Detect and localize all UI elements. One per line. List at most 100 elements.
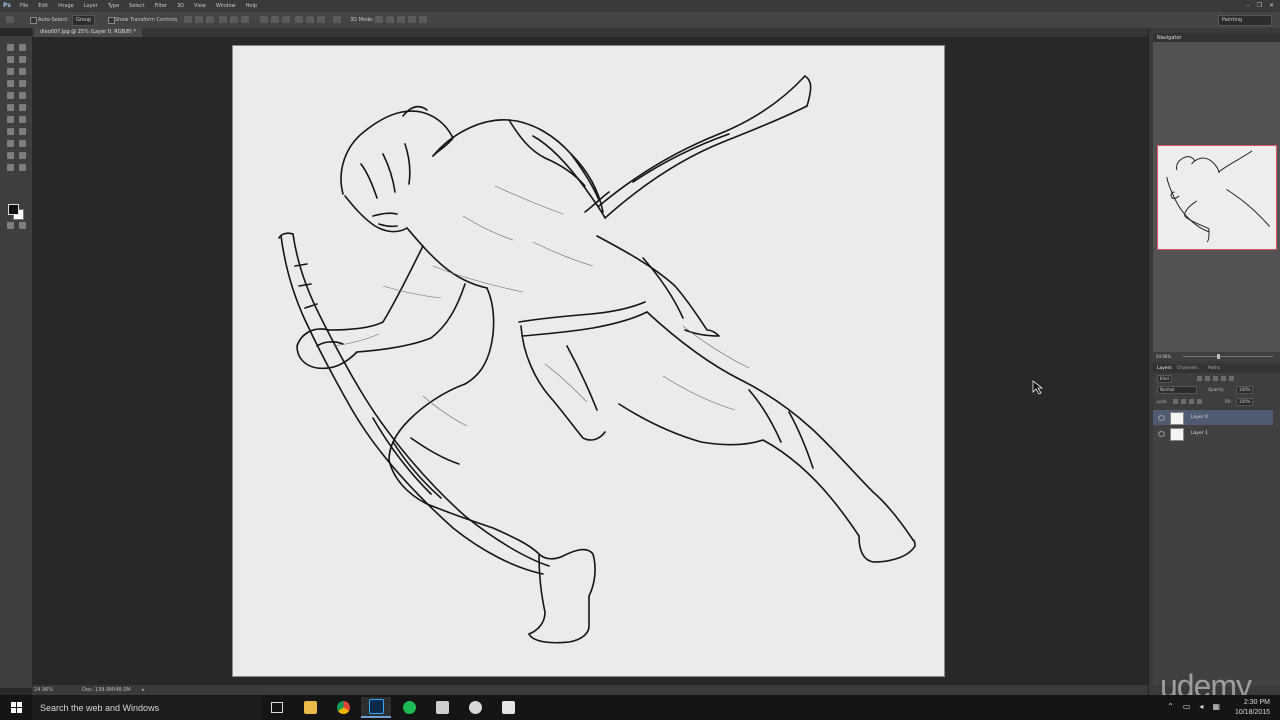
align-top-icon[interactable] bbox=[184, 16, 192, 23]
clone-stamp-tool-icon[interactable] bbox=[19, 92, 26, 99]
crop-tool-icon[interactable] bbox=[19, 68, 26, 75]
document-tab[interactable]: dleo007.jpg @ 25% (Layer 0, RGB/8) * bbox=[34, 28, 142, 37]
marquee-tool-icon[interactable] bbox=[7, 56, 14, 63]
close-button[interactable]: ✕ bbox=[1269, 2, 1274, 9]
gradient-tool-icon[interactable] bbox=[7, 116, 14, 123]
visibility-eye-icon[interactable] bbox=[1158, 415, 1165, 421]
menu-filter[interactable]: Filter bbox=[155, 3, 167, 9]
layer-row-layer-1[interactable]: Layer 1 bbox=[1153, 426, 1273, 441]
distribute-left-icon[interactable] bbox=[295, 16, 303, 23]
filter-pixel-icon[interactable] bbox=[1197, 376, 1202, 381]
minimize-button[interactable]: – bbox=[1247, 2, 1250, 9]
menu-edit[interactable]: Edit bbox=[38, 3, 48, 9]
rotate-view-tool-icon[interactable] bbox=[19, 164, 26, 171]
layer-name[interactable]: Layer 1 bbox=[1191, 431, 1208, 436]
file-explorer-button[interactable] bbox=[295, 697, 325, 718]
move-tool-icon[interactable] bbox=[7, 44, 14, 51]
lock-transparency-icon[interactable] bbox=[1173, 399, 1178, 404]
align-center-icon[interactable] bbox=[230, 16, 238, 23]
menu-3d[interactable]: 3D bbox=[177, 3, 184, 9]
taskbar-search-box[interactable]: Search the web and Windows bbox=[32, 695, 262, 720]
dodge-tool-icon[interactable] bbox=[7, 128, 14, 135]
3d-scale-icon[interactable] bbox=[419, 16, 427, 23]
filter-adjustment-icon[interactable] bbox=[1205, 376, 1210, 381]
shape-tool-icon[interactable] bbox=[7, 152, 14, 159]
taskbar-clock[interactable]: 2:30 PM 10/18/2015 bbox=[1235, 698, 1270, 718]
eyedropper-tool-icon[interactable] bbox=[7, 80, 14, 87]
quick-select-tool-icon[interactable] bbox=[7, 68, 14, 75]
status-arrow-icon[interactable]: ▸ bbox=[142, 687, 145, 693]
network-icon[interactable]: ▭ bbox=[1183, 702, 1191, 711]
visibility-eye-icon[interactable] bbox=[1158, 431, 1165, 437]
history-brush-tool-icon[interactable] bbox=[7, 104, 14, 111]
task-view-button[interactable] bbox=[262, 697, 292, 718]
lock-pixels-icon[interactable] bbox=[1181, 399, 1186, 404]
navigator-zoom-slider[interactable] bbox=[1183, 356, 1273, 357]
align-middle-icon[interactable] bbox=[195, 16, 203, 23]
app-6-button[interactable] bbox=[460, 697, 490, 718]
align-bottom-icon[interactable] bbox=[206, 16, 214, 23]
menu-image[interactable]: Image bbox=[58, 3, 74, 9]
maximize-button[interactable]: ❐ bbox=[1257, 2, 1262, 9]
zoom-level[interactable]: 24.96% bbox=[34, 687, 53, 693]
lock-position-icon[interactable] bbox=[1189, 399, 1194, 404]
healing-brush-tool-icon[interactable] bbox=[19, 80, 26, 87]
foreground-color-swatch[interactable] bbox=[8, 204, 19, 215]
3d-pan-icon[interactable] bbox=[397, 16, 405, 23]
app-5-button[interactable] bbox=[427, 697, 457, 718]
menu-view[interactable]: View bbox=[194, 3, 206, 9]
workspace-dropdown[interactable]: Painting bbox=[1218, 15, 1272, 26]
align-right-icon[interactable] bbox=[241, 16, 249, 23]
app-7-button[interactable] bbox=[493, 697, 523, 718]
keyboard-icon[interactable]: ▦ bbox=[1212, 702, 1220, 711]
start-button[interactable] bbox=[0, 695, 32, 720]
zoom-tool-icon[interactable] bbox=[7, 164, 14, 171]
hand-tool-icon[interactable] bbox=[19, 152, 26, 159]
blend-mode-dropdown[interactable]: Normal bbox=[1157, 386, 1197, 394]
menu-window[interactable]: Window bbox=[216, 3, 236, 9]
filter-shape-icon[interactable] bbox=[1221, 376, 1226, 381]
align-left-icon[interactable] bbox=[219, 16, 227, 23]
fill-input[interactable]: 100% bbox=[1236, 398, 1254, 406]
blur-tool-icon[interactable] bbox=[19, 116, 26, 123]
auto-align-icon[interactable] bbox=[333, 16, 341, 23]
spotify-button[interactable] bbox=[394, 697, 424, 718]
filter-smart-object-icon[interactable] bbox=[1229, 376, 1234, 381]
screen-mode-icon[interactable] bbox=[19, 222, 26, 229]
volume-icon[interactable]: ◂ bbox=[1199, 702, 1203, 711]
show-transform-checkbox[interactable] bbox=[108, 17, 115, 24]
artboard-tool-icon[interactable] bbox=[19, 44, 26, 51]
menu-help[interactable]: Help bbox=[246, 3, 257, 9]
3d-slide-icon[interactable] bbox=[408, 16, 416, 23]
3d-roll-icon[interactable] bbox=[386, 16, 394, 23]
opacity-input[interactable]: 100% bbox=[1236, 386, 1254, 394]
navigator-zoom-knob[interactable] bbox=[1217, 354, 1220, 359]
chrome-button[interactable] bbox=[328, 697, 358, 718]
navigator-tab[interactable]: Navigator bbox=[1157, 35, 1181, 41]
pen-tool-icon[interactable] bbox=[19, 128, 26, 135]
distribute-right-icon[interactable] bbox=[317, 16, 325, 23]
tab-paths[interactable]: Paths bbox=[1208, 366, 1220, 371]
tab-channels[interactable]: Channels bbox=[1177, 366, 1198, 371]
navigator-zoom-value[interactable]: 24.96% bbox=[1156, 354, 1171, 359]
distribute-bottom-icon[interactable] bbox=[282, 16, 290, 23]
layer-row-layer-0[interactable]: Layer 0 bbox=[1153, 410, 1273, 425]
navigator-preview[interactable] bbox=[1157, 145, 1277, 250]
brush-tool-icon[interactable] bbox=[7, 92, 14, 99]
tray-chevron-icon[interactable]: ⌃ bbox=[1167, 702, 1174, 711]
path-select-tool-icon[interactable] bbox=[19, 140, 26, 147]
move-tool-preset-icon[interactable] bbox=[6, 16, 14, 23]
auto-select-dropdown[interactable]: Group bbox=[72, 15, 96, 26]
document-canvas[interactable] bbox=[232, 45, 945, 677]
filter-type-icon[interactable] bbox=[1213, 376, 1218, 381]
eraser-tool-icon[interactable] bbox=[19, 104, 26, 111]
distribute-middle-icon[interactable] bbox=[271, 16, 279, 23]
auto-select-checkbox[interactable] bbox=[30, 17, 37, 24]
type-tool-icon[interactable] bbox=[7, 140, 14, 147]
3d-rotate-icon[interactable] bbox=[375, 16, 383, 23]
lasso-tool-icon[interactable] bbox=[19, 56, 26, 63]
menu-layer[interactable]: Layer bbox=[84, 3, 98, 9]
tab-layers[interactable]: Layers bbox=[1157, 366, 1172, 371]
layer-filter-kind-dropdown[interactable]: Kind bbox=[1157, 375, 1172, 383]
menu-type[interactable]: Type bbox=[108, 3, 119, 9]
